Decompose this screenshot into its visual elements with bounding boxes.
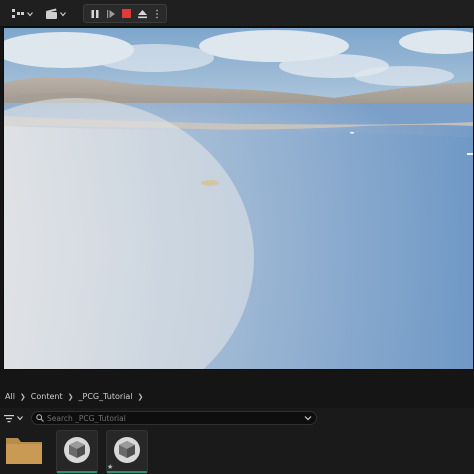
favorite-star-icon: ★ bbox=[107, 463, 114, 471]
stop-icon bbox=[122, 9, 131, 18]
frame-skip-button[interactable] bbox=[103, 6, 118, 21]
level-viewport[interactable] bbox=[3, 27, 474, 370]
asset-tile-folder[interactable] bbox=[4, 430, 46, 474]
sand-patch bbox=[201, 180, 219, 186]
level-editor-toolbar bbox=[0, 0, 474, 27]
water-speck bbox=[350, 132, 354, 134]
search-input[interactable] bbox=[47, 413, 302, 423]
chevron-right-icon[interactable]: ❯ bbox=[68, 393, 74, 401]
pause-button[interactable] bbox=[87, 6, 102, 21]
eject-icon bbox=[138, 9, 147, 18]
water-speck bbox=[467, 153, 473, 155]
selection-mode-icon bbox=[12, 8, 24, 18]
search-icon bbox=[36, 414, 44, 422]
cinematics-icon bbox=[45, 8, 57, 19]
pause-icon bbox=[91, 9, 98, 18]
chevron-right-icon[interactable]: ❯ bbox=[138, 393, 144, 401]
chevron-down-icon bbox=[59, 11, 66, 16]
frame-skip-icon bbox=[106, 9, 115, 18]
filter-row bbox=[0, 408, 474, 428]
viewport-scene bbox=[4, 28, 473, 369]
cinematics-button[interactable] bbox=[41, 5, 69, 22]
chevron-down-icon[interactable] bbox=[304, 414, 312, 422]
filter-icon bbox=[4, 414, 14, 422]
breadcrumb-bar: All ❯ Content ❯ _PCG_Tutorial ❯ bbox=[0, 370, 474, 408]
breadcrumb: All ❯ Content ❯ _PCG_Tutorial ❯ bbox=[4, 392, 147, 401]
stop-button[interactable] bbox=[119, 6, 134, 21]
chevron-right-icon[interactable]: ❯ bbox=[20, 393, 26, 401]
folder-icon bbox=[6, 438, 42, 464]
eject-button[interactable] bbox=[135, 6, 150, 21]
filter-button[interactable] bbox=[4, 412, 26, 424]
more-options-button[interactable] bbox=[151, 6, 162, 21]
asset-type-bar bbox=[107, 471, 147, 473]
chevron-down-icon bbox=[17, 416, 23, 421]
content-browser: All ❯ Content ❯ _PCG_Tutorial ❯ Search _… bbox=[0, 370, 474, 474]
play-controls bbox=[83, 4, 167, 23]
breadcrumb-all[interactable]: All bbox=[4, 392, 16, 401]
asset-tile-static-mesh[interactable]: ★ bbox=[106, 430, 148, 474]
more-options-icon bbox=[155, 9, 158, 18]
selection-mode-button[interactable] bbox=[8, 5, 36, 22]
search-box bbox=[31, 411, 317, 425]
cube-icon bbox=[64, 437, 90, 463]
asset-grid: ★ bbox=[0, 428, 474, 474]
asset-tile-static-mesh[interactable] bbox=[56, 430, 98, 474]
breadcrumb-pcg-tutorial[interactable]: _PCG_Tutorial bbox=[78, 392, 134, 401]
breadcrumb-content[interactable]: Content bbox=[30, 392, 64, 401]
chevron-down-icon bbox=[27, 11, 33, 16]
asset-type-bar bbox=[57, 471, 97, 473]
